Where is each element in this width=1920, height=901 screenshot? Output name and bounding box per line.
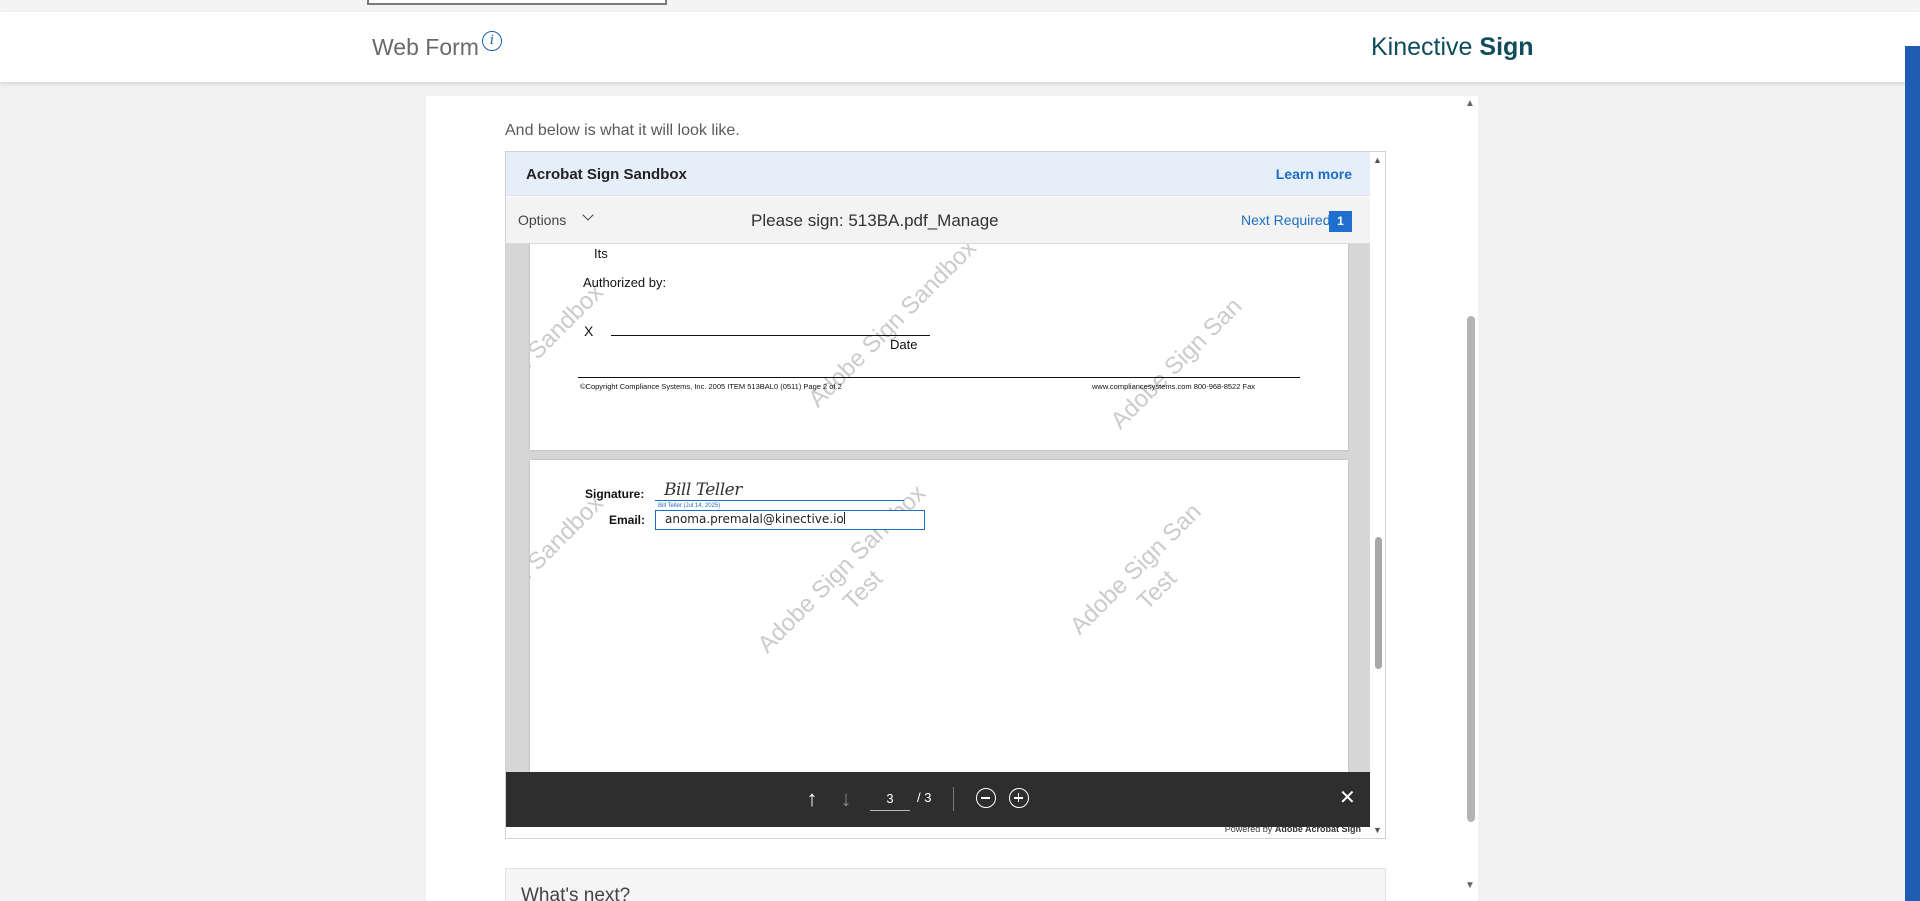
learn-more-link[interactable]: Learn more <box>1276 166 1352 182</box>
footer-rule <box>578 377 1300 378</box>
signing-toolbar: Options Please sign: 513BA.pdf_Manage Ne… <box>506 197 1370 244</box>
zoom-in-icon[interactable] <box>1009 788 1029 808</box>
top-tab[interactable] <box>367 0 667 5</box>
signature-label: Signature: <box>585 487 645 501</box>
page-total: / 3 <box>917 790 932 805</box>
brand-regular: Kinective <box>1371 33 1473 61</box>
date-label: Date <box>890 337 918 352</box>
next-required-count-badge[interactable]: 1 <box>1329 211 1352 232</box>
document-title: Please sign: 513BA.pdf_Manage <box>751 211 999 230</box>
frame-scroll-up-icon[interactable]: ▲ <box>1373 155 1382 165</box>
website-text: www.compliancesystems.com 800-968-8522 F… <box>1092 382 1255 391</box>
frame-scrollbar-thumb[interactable] <box>1375 537 1382 669</box>
brand-bold: Sign <box>1479 33 1534 61</box>
watermark-text: gn Sandbox <box>530 278 609 389</box>
frame-title: Acrobat Sign Sandbox <box>526 166 687 183</box>
top-strip <box>0 0 1920 12</box>
signature-line <box>611 335 930 336</box>
authorized-by-label: Authorized by: <box>583 275 667 290</box>
info-icon[interactable]: i <box>482 31 502 51</box>
arrow-up-icon[interactable]: ↑ <box>799 786 825 812</box>
next-required-button[interactable]: Next Required <box>1241 212 1331 228</box>
signature-stamp: Bill Teller (Jul 14, 2025) <box>658 503 721 509</box>
text-caret <box>843 512 845 524</box>
signature-value[interactable]: Bill Teller <box>664 480 742 500</box>
document-page-2: gn Sandbox Adobe Sign Sandbox Adobe Sign… <box>530 244 1348 450</box>
app-header: Web Form i Kinective Sign <box>0 12 1920 82</box>
watermark-text: Adobe Sign San Test <box>1064 498 1207 640</box>
right-accent-bar <box>1905 46 1920 901</box>
powered-by-text: Powered by Adobe Acrobat Sign <box>1224 824 1361 834</box>
x-mark: X <box>584 323 594 339</box>
email-label: Email: <box>609 513 646 527</box>
whats-next-section: What's next? <box>505 868 1386 901</box>
frame-header: Acrobat Sign Sandbox Learn more <box>506 152 1370 196</box>
brand-logo: Kinective Sign <box>1371 33 1534 62</box>
frame-scroll-down-icon[interactable]: ▼ <box>1373 825 1382 835</box>
its-label: Its <box>594 246 608 261</box>
chevron-down-icon[interactable] <box>582 209 594 221</box>
page-navigation-bar: ↑ ↓ 3 / 3 ✕ <box>506 772 1370 827</box>
nav-divider <box>953 787 954 811</box>
email-field[interactable]: anoma.premalal@kinective.io <box>655 510 925 530</box>
watermark-text: gn Sandbox <box>530 489 609 600</box>
scroll-down-arrow-icon[interactable]: ▼ <box>1465 880 1475 891</box>
watermark-text: Adobe Sign San <box>1105 292 1248 435</box>
copyright-text: ©Copyright Compliance Systems, Inc. 2005… <box>580 382 842 391</box>
page-title: Web Form <box>372 34 479 60</box>
page-scrollbar-thumb[interactable] <box>1467 316 1475 822</box>
intro-text: And below is what it will look like. <box>505 122 740 139</box>
document-page-3: gn Sandbox Adobe Sign Sandbox Test Adobe … <box>530 460 1348 772</box>
arrow-down-icon[interactable]: ↓ <box>833 786 859 812</box>
zoom-out-icon[interactable] <box>976 788 996 808</box>
email-value: anoma.premalal@kinective.io <box>665 512 844 526</box>
whats-next-title: What's next? <box>521 885 631 901</box>
document-viewer[interactable]: gn Sandbox Adobe Sign Sandbox Adobe Sign… <box>506 244 1370 772</box>
signature-field-line <box>655 500 904 501</box>
options-menu[interactable]: Options <box>518 212 566 228</box>
scroll-up-arrow-icon[interactable]: ▲ <box>1465 98 1475 109</box>
page-number-input[interactable]: 3 <box>870 787 910 811</box>
acrobat-sign-frame: Acrobat Sign Sandbox Learn more Options … <box>505 151 1386 839</box>
close-icon[interactable]: ✕ <box>1339 785 1356 810</box>
